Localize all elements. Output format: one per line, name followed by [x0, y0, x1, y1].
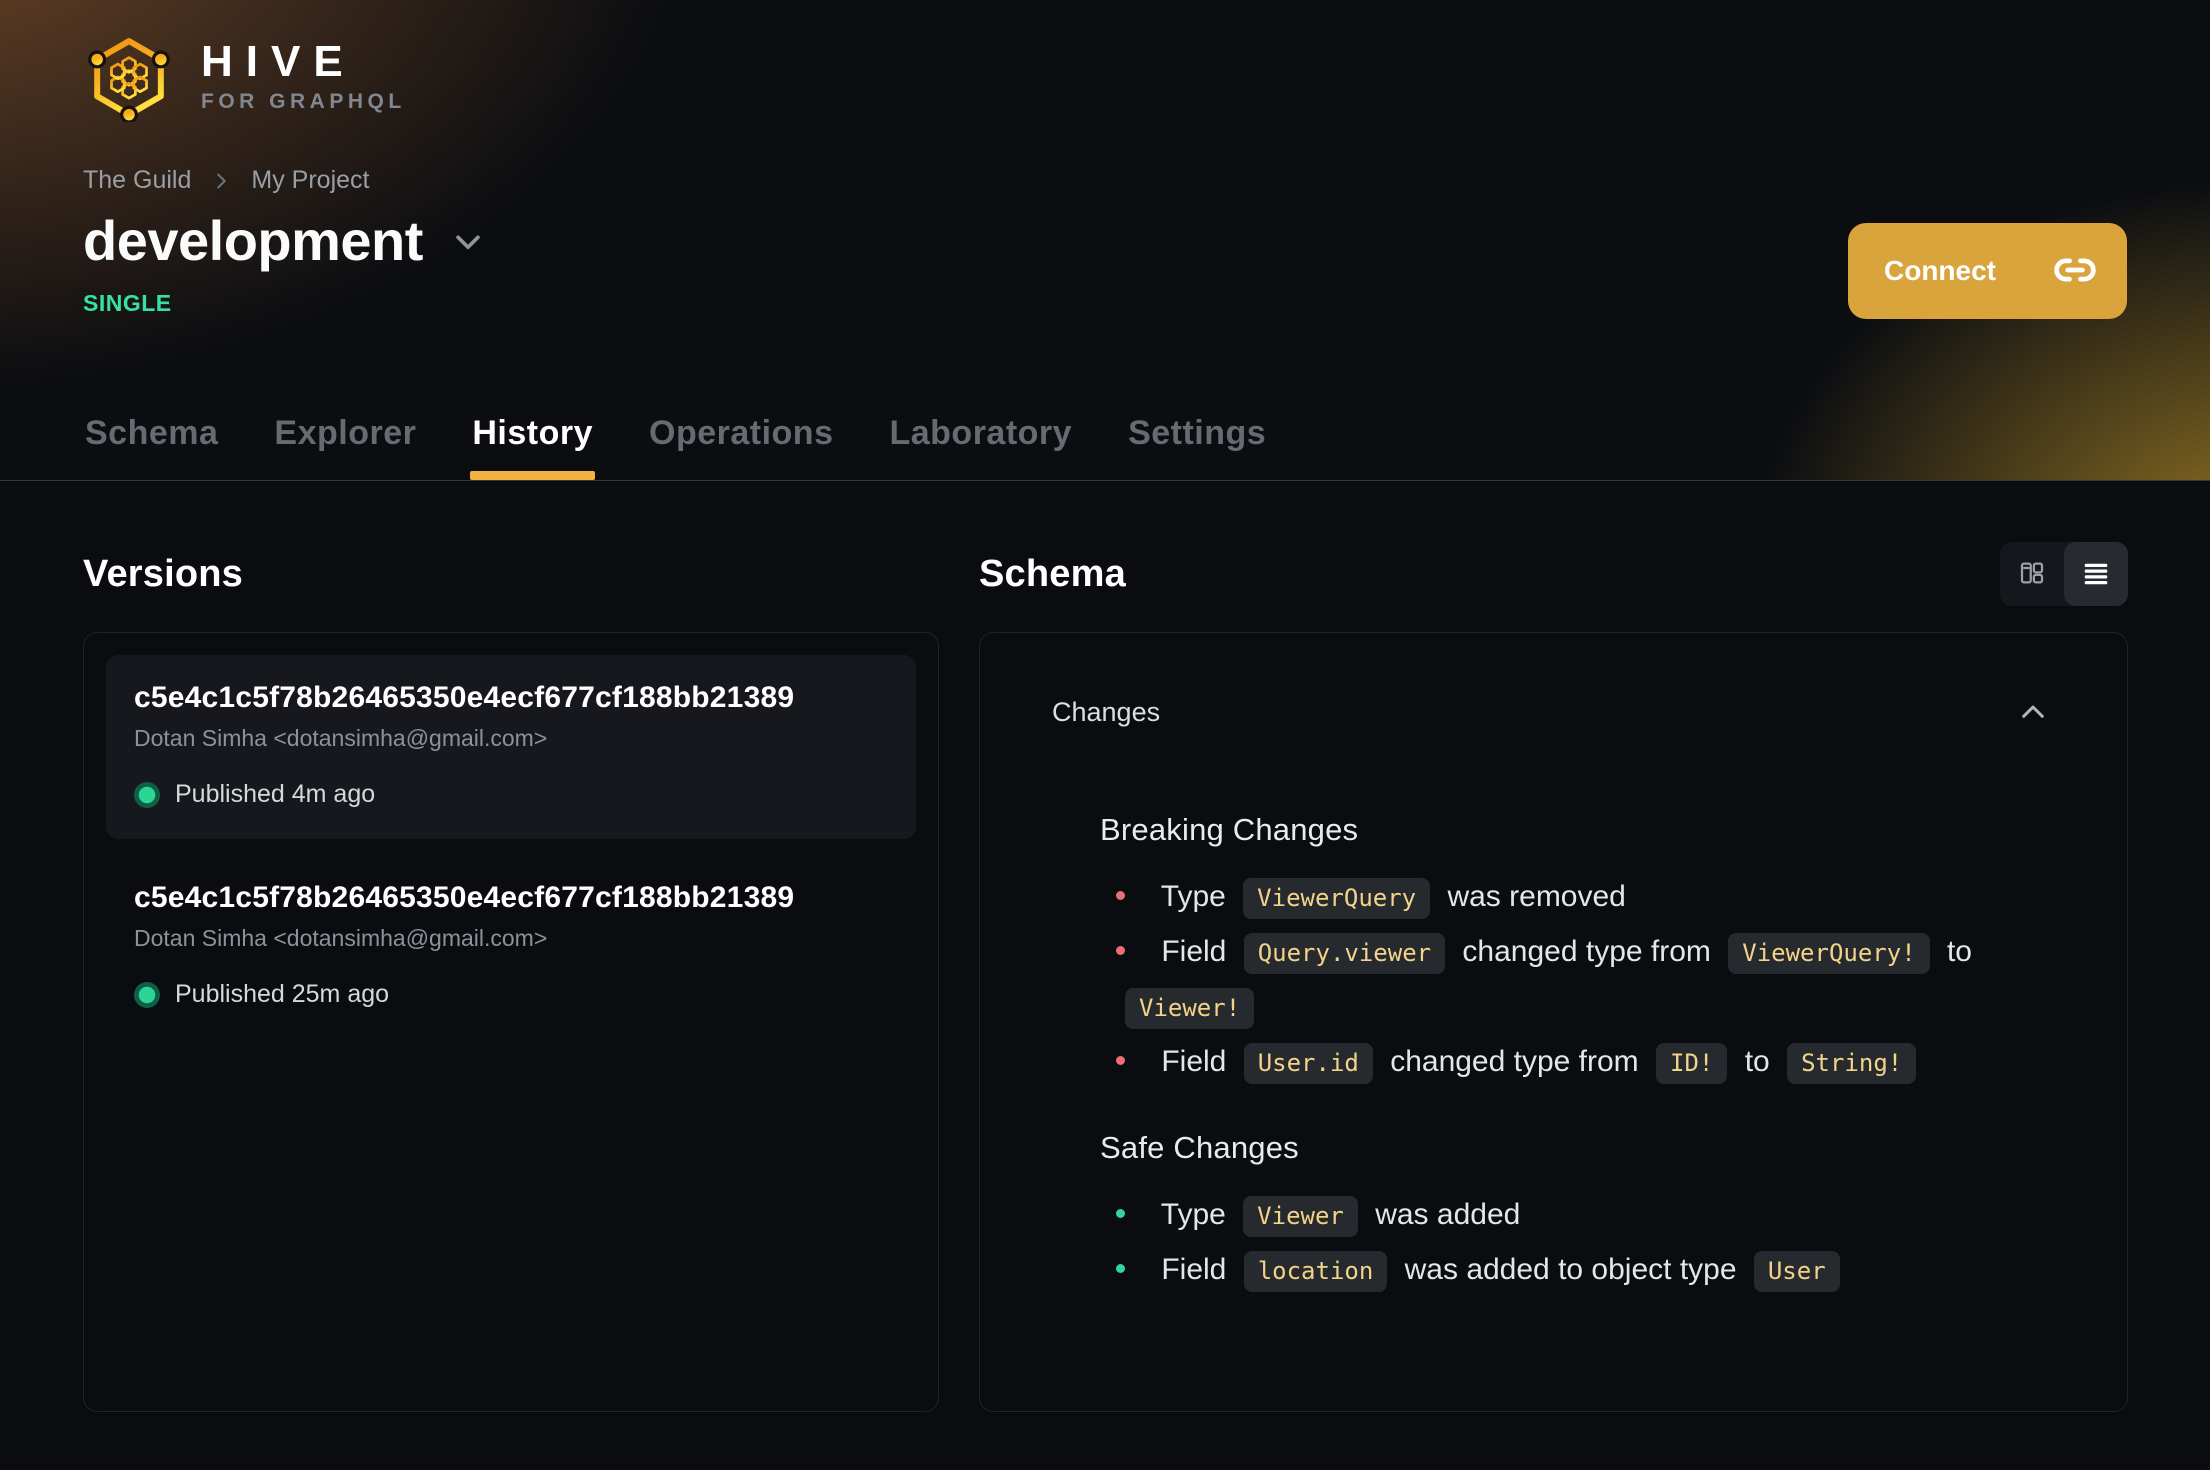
version-author: Dotan Simha <dotansimha@gmail.com>	[134, 725, 548, 751]
versions-column: Versions c5e4c1c5f78b26465350e4ecf677cf1…	[83, 481, 939, 1412]
collapse-button[interactable]	[2017, 699, 2049, 726]
hive-app: HIVE FOR GRAPHQL The Guild My Project de…	[0, 0, 2210, 1470]
bullet-icon	[1116, 946, 1125, 955]
schema-column: Schema Changes Breaking Changes Type Vie…	[979, 481, 2128, 1412]
columns-view-button[interactable]	[2000, 542, 2064, 606]
tab-explorer[interactable]: Explorer	[272, 414, 418, 480]
changes-section-title: Breaking Changes	[1100, 812, 1359, 847]
change-item: Field location was added to object type …	[1116, 1243, 2057, 1298]
tab-bar: Schema Explorer History Operations Laborator…	[83, 414, 1268, 480]
version-card[interactable]: c5e4c1c5f78b26465350e4ecf677cf188bb21389…	[106, 655, 916, 839]
change-item: Field Query.viewer changed type from Vie…	[1116, 925, 2057, 1035]
bullet-icon	[1116, 1209, 1125, 1218]
published-dot-icon	[134, 781, 160, 808]
changes-section-safe: Safe Changes Type Viewer was added Field…	[1100, 1130, 2057, 1298]
bullet-icon	[1116, 1056, 1125, 1065]
breadcrumb-org[interactable]: The Guild	[83, 166, 191, 195]
code-chip: User.id	[1243, 1043, 1373, 1084]
schema-heading-row: Schema	[979, 538, 2128, 610]
connect-button-label: Connect	[1884, 255, 1996, 286]
header: HIVE FOR GRAPHQL The Guild My Project de…	[0, 0, 2210, 481]
brand-wordmark: HIVE FOR GRAPHQL	[201, 37, 406, 113]
version-status-text: Published 4m ago	[175, 780, 376, 808]
breadcrumb-project[interactable]: My Project	[251, 166, 369, 195]
code-chip: location	[1243, 1251, 1388, 1292]
versions-heading-row: Versions	[83, 538, 939, 610]
changes-list: Type Viewer was added Field location was…	[1100, 1188, 2057, 1298]
chevron-right-icon	[210, 170, 232, 192]
brand: HIVE FOR GRAPHQL	[83, 0, 2127, 122]
bullet-icon	[1116, 891, 1125, 900]
code-chip: Query.viewer	[1243, 933, 1446, 974]
tab-operations[interactable]: Operations	[647, 414, 835, 480]
code-chip: Viewer!	[1125, 988, 1255, 1029]
schema-heading: Schema	[979, 552, 1126, 595]
changes-section-breaking: Breaking Changes Type ViewerQuery was re…	[1100, 812, 2057, 1090]
changes-section-title: Safe Changes	[1100, 1130, 1299, 1165]
changes-label: Changes	[1052, 697, 1161, 727]
version-hash: c5e4c1c5f78b26465350e4ecf677cf188bb21389	[134, 881, 795, 914]
code-chip: ID!	[1656, 1043, 1728, 1084]
view-toggle	[2000, 542, 2128, 606]
published-dot-icon	[134, 981, 160, 1008]
link-icon	[2053, 248, 2097, 295]
tab-history[interactable]: History	[470, 414, 595, 480]
version-hash: c5e4c1c5f78b26465350e4ecf677cf188bb21389	[134, 681, 795, 714]
changes-header[interactable]: Changes	[980, 633, 2127, 728]
tab-laboratory[interactable]: Laboratory	[887, 414, 1074, 480]
changes-list: Type ViewerQuery was removed Field Query…	[1100, 870, 2057, 1090]
code-chip: User	[1753, 1251, 1840, 1292]
version-status: Published 4m ago	[134, 780, 888, 809]
main-content: Versions c5e4c1c5f78b26465350e4ecf677cf1…	[0, 481, 2210, 1412]
brand-tagline: FOR GRAPHQL	[201, 90, 406, 113]
chevron-up-icon	[2017, 699, 2049, 726]
code-chip: ViewerQuery!	[1728, 933, 1930, 974]
version-status: Published 25m ago	[134, 980, 888, 1009]
code-chip: String!	[1787, 1043, 1917, 1084]
code-chip: ViewerQuery	[1243, 878, 1431, 919]
tab-settings[interactable]: Settings	[1126, 414, 1268, 480]
brand-name: HIVE	[201, 37, 356, 86]
hive-logo-icon	[88, 38, 170, 122]
title-row: development	[83, 209, 2127, 272]
changes-body: Breaking Changes Type ViewerQuery was re…	[980, 812, 2127, 1298]
change-item: Type ViewerQuery was removed	[1116, 870, 2057, 925]
list-view-button[interactable]	[2064, 542, 2128, 606]
change-item: Type Viewer was added	[1116, 1188, 2057, 1243]
versions-heading: Versions	[83, 552, 244, 595]
chevron-down-icon[interactable]	[451, 230, 485, 261]
version-author: Dotan Simha <dotansimha@gmail.com>	[134, 925, 548, 951]
code-chip: Viewer	[1243, 1196, 1358, 1237]
version-card[interactable]: c5e4c1c5f78b26465350e4ecf677cf188bb21389…	[106, 855, 916, 1039]
tab-schema[interactable]: Schema	[83, 414, 220, 480]
columns-icon	[2017, 558, 2047, 591]
target-mode-badge: SINGLE	[83, 289, 172, 316]
target-title: development	[83, 209, 423, 272]
breadcrumb: The Guild My Project	[83, 166, 2127, 195]
connect-button[interactable]: Connect	[1848, 223, 2127, 319]
list-icon	[2081, 558, 2111, 591]
versions-panel: c5e4c1c5f78b26465350e4ecf677cf188bb21389…	[83, 632, 939, 1412]
version-status-text: Published 25m ago	[175, 980, 390, 1008]
change-item: Field User.id changed type from ID! to S…	[1116, 1035, 2057, 1090]
bullet-icon	[1116, 1264, 1125, 1273]
changes-panel: Changes Breaking Changes Type ViewerQuer…	[979, 632, 2128, 1412]
